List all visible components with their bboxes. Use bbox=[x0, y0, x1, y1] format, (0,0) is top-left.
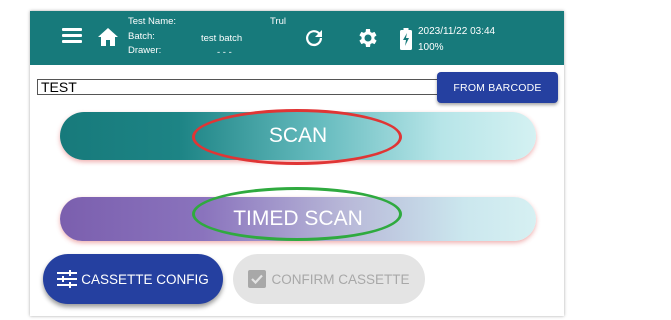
menu-icon[interactable] bbox=[62, 28, 82, 44]
app-window: Test Name: Trul Batch: test batch Drawer… bbox=[30, 11, 564, 316]
battery-charging-icon bbox=[400, 28, 412, 50]
refresh-icon[interactable] bbox=[302, 26, 326, 50]
scan-label: SCAN bbox=[268, 124, 328, 147]
confirm-cassette-button[interactable]: CONFIRM CASSETTE bbox=[233, 254, 425, 304]
tune-icon bbox=[57, 270, 78, 288]
gear-icon[interactable] bbox=[355, 26, 379, 50]
home-icon[interactable] bbox=[96, 25, 120, 49]
from-barcode-button[interactable]: FROM BARCODE bbox=[437, 72, 558, 103]
battery-percent: 100% bbox=[418, 42, 444, 53]
timed-scan-label: TIMED SCAN bbox=[233, 207, 363, 230]
batch-label: Batch: bbox=[128, 31, 155, 42]
checkbox-icon bbox=[248, 270, 267, 288]
cassette-config-label: CASSETTE CONFIG bbox=[81, 271, 209, 287]
drawer-label: Drawer: bbox=[128, 45, 162, 56]
timed-scan-button[interactable]: TIMED SCAN bbox=[60, 197, 536, 241]
batch-value: test batch bbox=[201, 33, 243, 44]
test-name-value: Trul bbox=[270, 16, 287, 27]
drawer-value: - - - bbox=[217, 47, 232, 58]
datetime: 2023/11/22 03:44 bbox=[418, 26, 496, 37]
scan-button[interactable]: SCAN bbox=[60, 112, 536, 160]
test-name-label: Test Name: bbox=[128, 16, 177, 27]
app-bar: Test Name: Trul Batch: test batch Drawer… bbox=[30, 11, 564, 65]
cassette-config-button[interactable]: CASSETTE CONFIG bbox=[43, 254, 223, 304]
confirm-cassette-label: CONFIRM CASSETTE bbox=[271, 271, 410, 287]
test-input[interactable] bbox=[37, 79, 457, 95]
